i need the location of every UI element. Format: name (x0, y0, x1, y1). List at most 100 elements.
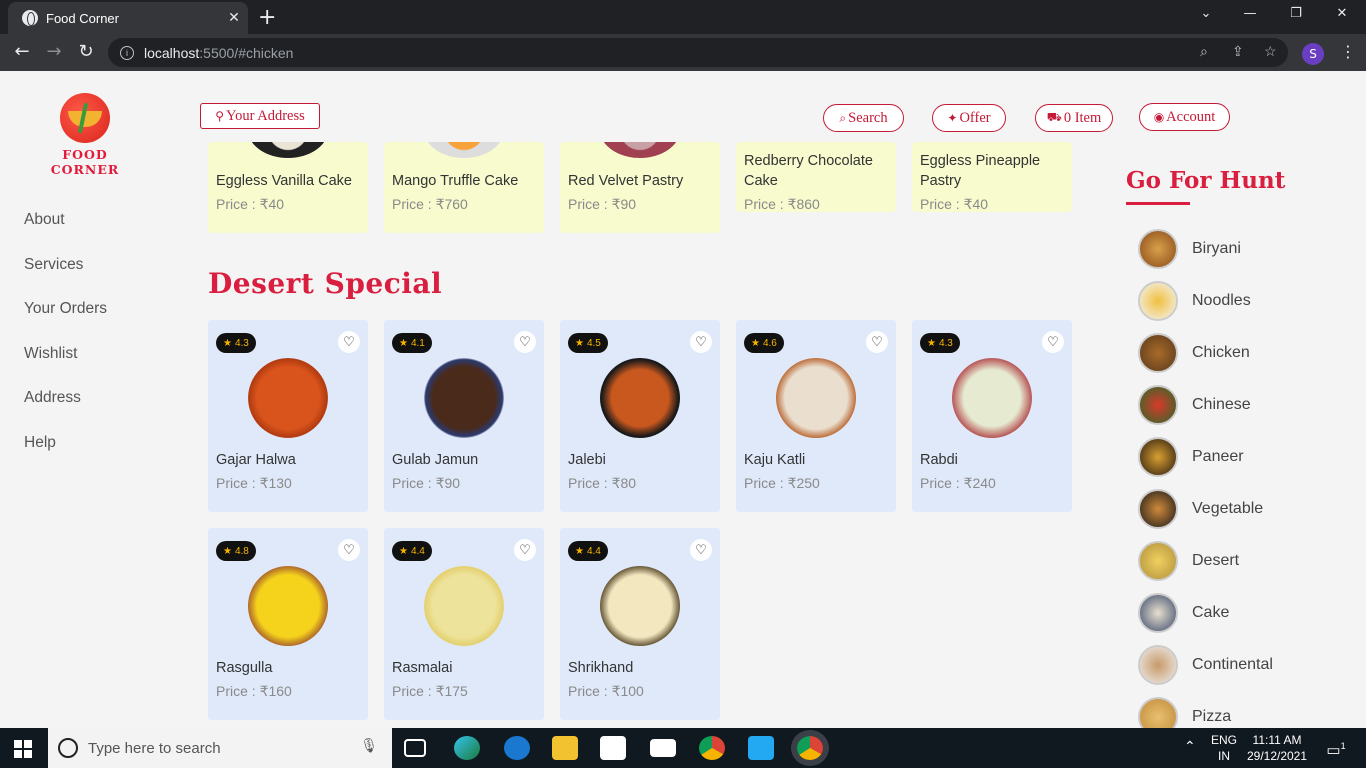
heart-icon[interactable]: ♡ (338, 539, 360, 561)
address-label: Your Address (226, 107, 305, 124)
search-button[interactable]: ⌕ Search (823, 104, 904, 132)
hunt-item-chinese[interactable]: Chinese (1138, 385, 1251, 425)
sidebar-item-about[interactable]: About (24, 211, 107, 256)
star-icon: ★ (399, 337, 408, 349)
cake-card[interactable]: Eggless Vanilla Cake Price : ₹40 (208, 142, 368, 233)
rating-badge: ★ 4.8 (216, 541, 256, 561)
back-icon[interactable]: ← (10, 41, 34, 62)
site-info-icon[interactable]: i (120, 45, 134, 60)
profile-avatar[interactable]: S (1302, 43, 1324, 65)
dish-card[interactable]: ★ 4.8 ♡ Rasgulla Price : ₹160 (208, 528, 368, 720)
file-explorer-icon[interactable] (552, 736, 578, 760)
clock[interactable]: 11:11 AM 29/12/2021 (1244, 732, 1310, 764)
dish-card[interactable]: ★ 4.3 ♡ Rabdi Price : ₹240 (912, 320, 1072, 512)
cake-card[interactable]: Redberry Chocolate Cake Price : ₹860 (736, 142, 896, 212)
sidebar-item-wishlist[interactable]: Wishlist (24, 345, 107, 390)
hunt-label: Vegetable (1192, 500, 1264, 517)
sidebar-item-your-orders[interactable]: Your Orders (24, 300, 107, 345)
edge-icon[interactable] (454, 736, 480, 760)
cake-card[interactable]: Red Velvet Pastry Price : ₹90 (560, 142, 720, 233)
heart-icon[interactable]: ♡ (866, 331, 888, 353)
hunt-item-biryani[interactable]: Biryani (1138, 229, 1241, 269)
dish-card[interactable]: ★ 4.3 ♡ Gajar Halwa Price : ₹130 (208, 320, 368, 512)
menu-icon[interactable]: ⋮ (1340, 42, 1356, 61)
heart-icon[interactable]: ♡ (1042, 331, 1064, 353)
hunt-item-chicken[interactable]: Chicken (1138, 333, 1250, 373)
cake-card[interactable]: Eggless Pineapple Pastry Price : ₹40 (912, 142, 1072, 212)
hunt-label: Chinese (1192, 396, 1251, 413)
reload-icon[interactable]: ↻ (74, 41, 98, 62)
browser-tab[interactable]: Food Corner ✕ (8, 2, 248, 34)
new-tab-button[interactable]: + (258, 5, 276, 30)
mail-icon[interactable] (650, 739, 676, 757)
rating-badge: ★ 4.3 (216, 333, 256, 353)
chicken-thumbnail (1138, 333, 1178, 373)
edge-legacy-icon[interactable] (504, 736, 530, 760)
dish-card[interactable]: ★ 4.6 ♡ Kaju Katli Price : ₹250 (736, 320, 896, 512)
store-icon[interactable] (600, 736, 626, 760)
food-corner-logo[interactable]: FOOD CORNER (28, 87, 142, 177)
hunt-item-noodles[interactable]: Noodles (1138, 281, 1251, 321)
sidebar-item-address[interactable]: Address (24, 389, 107, 434)
zoom-icon[interactable]: ⌕ (1200, 43, 1208, 60)
share-icon[interactable]: ⇪ (1232, 43, 1244, 60)
offer-button[interactable]: ✦ Offer (932, 104, 1006, 132)
sidebar-item-services[interactable]: Services (24, 256, 107, 301)
browser-toolbar: ← → ↻ i localhost:5500/#chicken ⌕ ⇪ ☆ S … (0, 34, 1366, 71)
url-bar[interactable]: i localhost:5500/#chicken ⌕ ⇪ ☆ (108, 38, 1288, 67)
minimize-icon[interactable]: — (1230, 6, 1270, 21)
your-address-button[interactable]: ⚲ Your Address (200, 103, 320, 129)
forward-icon[interactable]: → (42, 41, 66, 62)
rating-value: 4.3 (234, 337, 249, 349)
star-icon: ★ (575, 545, 584, 557)
hunt-underline (1126, 202, 1190, 205)
heart-icon[interactable]: ♡ (514, 539, 536, 561)
heart-icon[interactable]: ♡ (690, 331, 712, 353)
hunt-item-paneer[interactable]: Paneer (1138, 437, 1244, 477)
close-window-icon[interactable]: ✕ (1322, 6, 1362, 21)
cake-card[interactable]: Mango Truffle Cake Price : ₹760 (384, 142, 544, 233)
dish-card[interactable]: ★ 4.1 ♡ Gulab Jamun Price : ₹90 (384, 320, 544, 512)
heart-icon[interactable]: ♡ (514, 331, 536, 353)
hunt-item-desert[interactable]: Desert (1138, 541, 1239, 581)
notification-icon[interactable]: ▭1 (1322, 738, 1350, 759)
chrome-icon[interactable] (699, 736, 725, 760)
chrome-profile-icon[interactable] (797, 736, 823, 760)
tab-title: Food Corner (46, 10, 119, 26)
account-button[interactable]: ◉ Account (1139, 103, 1230, 131)
dish-card[interactable]: ★ 4.4 ♡ Rasmalai Price : ₹175 (384, 528, 544, 720)
cart-label: 0 Item (1063, 109, 1102, 126)
map-pin-icon: ⚲ (215, 108, 225, 123)
cake-name: Red Velvet Pastry (568, 173, 684, 189)
bookmark-star-icon[interactable]: ☆ (1264, 43, 1277, 60)
cake-image (248, 142, 328, 158)
hunt-item-cake[interactable]: Cake (1138, 593, 1229, 633)
cart-button[interactable]: ⛟ 0 Item (1035, 104, 1113, 132)
heart-icon[interactable]: ♡ (338, 331, 360, 353)
hunt-item-pizza[interactable]: Pizza (1138, 697, 1231, 728)
task-view-icon[interactable] (404, 739, 426, 757)
restore-icon[interactable]: ❐ (1276, 6, 1316, 21)
windows-start-icon[interactable] (14, 740, 32, 758)
dish-card[interactable]: ★ 4.5 ♡ Jalebi Price : ₹80 (560, 320, 720, 512)
dish-card[interactable]: ★ 4.4 ♡ Shrikhand Price : ₹100 (560, 528, 720, 720)
tray-chevron-icon[interactable]: ⌃ (1184, 738, 1196, 754)
tab-search-icon[interactable]: ⌄ (1186, 6, 1226, 21)
dish-price: Price : ₹80 (568, 475, 637, 491)
language-indicator[interactable]: ENG IN (1208, 732, 1240, 764)
sidebar-item-help[interactable]: Help (24, 434, 107, 479)
microphone-icon[interactable]: 🎙 (360, 738, 378, 754)
hunt-item-vegetable[interactable]: Vegetable (1138, 489, 1263, 529)
dish-price: Price : ₹240 (920, 475, 996, 491)
taskbar-search[interactable]: Type here to search 🎙 (48, 728, 392, 768)
heart-icon[interactable]: ♡ (690, 539, 712, 561)
hunt-label: Noodles (1192, 292, 1251, 309)
close-tab-icon[interactable]: ✕ (220, 10, 248, 26)
vscode-icon[interactable] (748, 736, 774, 760)
hunt-label: Biryani (1192, 240, 1241, 257)
hunt-item-continental[interactable]: Continental (1138, 645, 1273, 685)
dish-price: Price : ₹100 (568, 683, 644, 699)
rating-value: 4.3 (938, 337, 953, 349)
dish-image (424, 358, 504, 438)
url-path: :5500/#chicken (199, 44, 294, 61)
